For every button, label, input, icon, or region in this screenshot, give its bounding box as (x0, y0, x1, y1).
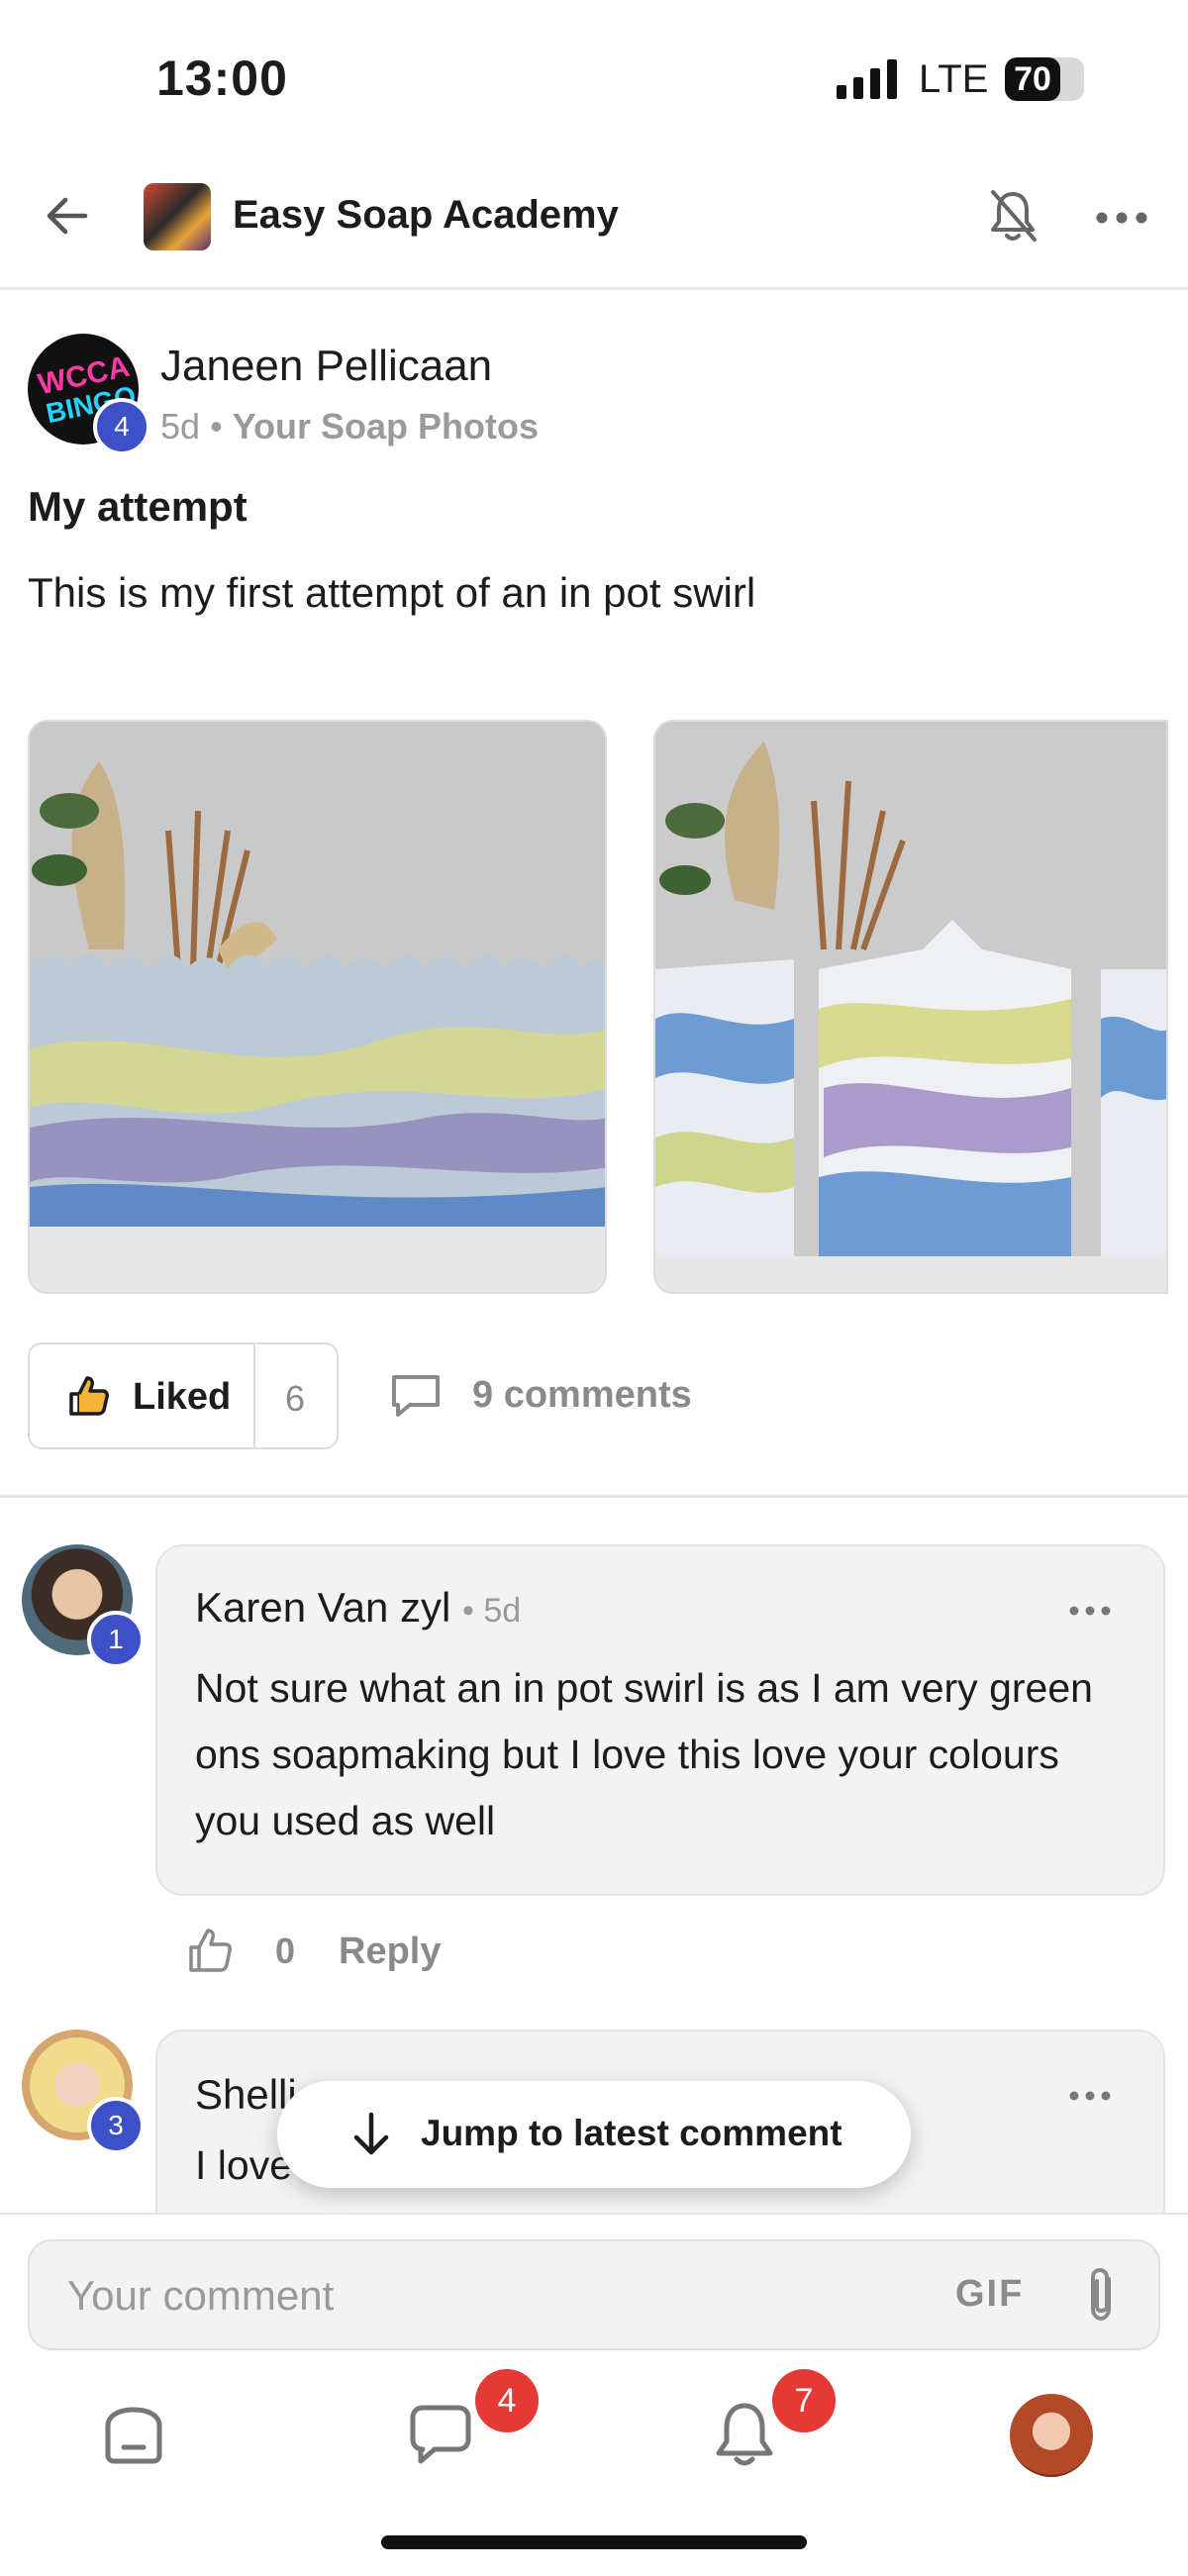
more-options-icon[interactable] (1094, 203, 1149, 233)
author-name[interactable]: Janeen Pellicaan (160, 342, 492, 391)
commenter-level-badge: 3 (87, 2097, 145, 2154)
network-type: LTE (919, 57, 989, 101)
post-divider (0, 1495, 1188, 1498)
group-name[interactable]: Easy Soap Academy (233, 193, 619, 238)
status-time: 13:00 (156, 50, 288, 106)
comment-bubble-icon[interactable] (388, 1371, 444, 1421)
jump-to-latest-button[interactable]: Jump to latest comment (277, 2081, 911, 2188)
post-category[interactable]: Your Soap Photos (233, 406, 539, 446)
battery-indicator: 70 (1005, 57, 1084, 101)
group-thumbnail[interactable] (144, 183, 211, 250)
comment-time: • 5d (462, 1592, 522, 1630)
chat-icon[interactable] (401, 2396, 480, 2475)
liked-label: Liked (133, 1376, 232, 1418)
post-meta: 5d • Your Soap Photos (160, 406, 539, 447)
comment-author-line: Karen Van zyl • 5d (195, 1584, 521, 1632)
post-image-1[interactable] (28, 720, 607, 1294)
comments-count[interactable]: 9 comments (472, 1374, 692, 1417)
commenter-level-badge: 1 (87, 1611, 145, 1668)
comment-more-icon[interactable] (1068, 2086, 1112, 2106)
comment-more-icon[interactable] (1068, 1601, 1112, 1621)
arrow-down-icon (353, 2112, 389, 2155)
notifications-badge: 7 (772, 2369, 836, 2432)
signal-icon (837, 59, 897, 99)
jump-to-latest-label: Jump to latest comment (421, 2113, 842, 2153)
back-arrow-icon[interactable] (40, 188, 95, 244)
profile-avatar[interactable] (1010, 2394, 1093, 2477)
header-divider (0, 287, 1188, 290)
home-indicator (381, 2535, 807, 2549)
comment-like-count: 0 (275, 1931, 296, 1971)
comment-author[interactable]: Karen Van zyl (195, 1584, 450, 1631)
comment-text: Not sure what an in pot swirl is as I am… (195, 1665, 1093, 1843)
reply-button[interactable]: Reply (339, 1931, 441, 1973)
thumbs-up-icon (69, 1376, 109, 1416)
like-divider (253, 1344, 255, 1447)
post-image-2[interactable] (653, 720, 1168, 1294)
soap-photo-2 (655, 722, 1166, 1292)
author-level-badge: 4 (93, 398, 150, 455)
like-button[interactable]: Liked 6 (28, 1342, 339, 1449)
soap-photo-1 (30, 722, 605, 1292)
comment-input[interactable] (65, 2265, 861, 2327)
comment-like-icon[interactable] (186, 1926, 236, 1975)
paperclip-icon[interactable] (1079, 2263, 1123, 2327)
battery-level: 70 (1014, 60, 1051, 98)
comment-text: I love (195, 2142, 292, 2188)
home-icon[interactable] (94, 2396, 173, 2475)
post-age: 5d (160, 406, 201, 446)
bell-off-icon[interactable] (985, 186, 1040, 246)
comment-bubble: Karen Van zyl • 5d Not sure what an in p… (155, 1544, 1165, 1896)
chat-badge: 4 (475, 2369, 539, 2432)
comment-composer: GIF (28, 2239, 1160, 2350)
like-count[interactable]: 6 (285, 1378, 305, 1420)
gif-button[interactable]: GIF (955, 2273, 1024, 2316)
post-body: This is my first attempt of an in pot sw… (28, 569, 756, 616)
post-title: My attempt (28, 483, 248, 530)
meta-separator: • (210, 406, 223, 446)
